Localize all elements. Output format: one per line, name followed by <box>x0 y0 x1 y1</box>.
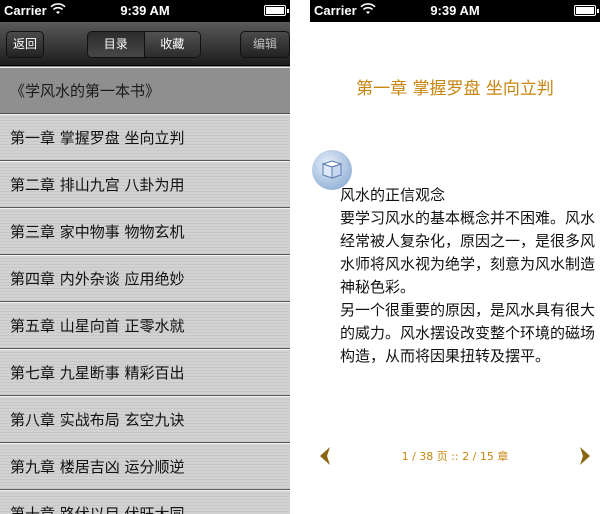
status-bar: Carrier 9:39 AM <box>0 0 290 22</box>
back-button[interactable]: 返回 <box>6 31 44 58</box>
edit-button[interactable]: 编辑 <box>240 31 290 58</box>
clock: 9:39 AM <box>120 3 170 18</box>
chapter-item[interactable]: 第九章 楼居吉凶 运分顺逆 <box>0 443 290 490</box>
chapter-item[interactable]: 第十章 路伏以目 伏旺大同 <box>0 490 290 514</box>
segmented-control: 目录 收藏 <box>87 31 201 58</box>
chapter-item[interactable]: 第八章 实战布局 玄空九诀 <box>0 396 290 443</box>
nav-bar: 返回 目录 收藏 编辑 <box>0 22 290 66</box>
paragraph: 要学习风水的基本概念并不困难。风水经常被人复杂化，原因之一，是很多风水师将风水视… <box>340 209 596 296</box>
battery-icon <box>574 5 599 16</box>
reader-screen: Carrier 9:39 AM 第一章 掌握罗盘 坐向立判 风水的正信观念 要学… <box>310 0 600 514</box>
chapter-item[interactable]: 第七章 九星断事 精彩百出 <box>0 349 290 396</box>
pager: 1 / 38 页 :: 2 / 15 章 <box>310 445 600 467</box>
body-text: 风水的正信观念 要学习风水的基本概念并不困难。风水经常被人复杂化，原因之一，是很… <box>310 184 600 368</box>
paragraph: 另一个很重要的原因，是风水具有很大的威力。风水摆设改变整个环境的磁场构造，从而将… <box>340 301 596 365</box>
chapter-title: 第一章 掌握罗盘 坐向立判 <box>356 79 554 99</box>
battery-icon <box>264 5 289 16</box>
chapter-item[interactable]: 第一章 掌握罗盘 坐向立判 <box>0 114 290 161</box>
page-indicator: 1 / 38 页 :: 2 / 15 章 <box>401 450 509 463</box>
next-page-icon[interactable] <box>576 445 594 467</box>
book-title-row: 《学风水的第一本书》 <box>0 67 290 114</box>
status-bar: Carrier 9:39 AM <box>310 0 600 22</box>
tab-favorites[interactable]: 收藏 <box>143 32 200 57</box>
chapter-item[interactable]: 第二章 排山九宫 八卦为用 <box>0 161 290 208</box>
paragraph: 风水的正信观念 <box>340 186 446 204</box>
chapter-item[interactable]: 第三章 家中物事 物物玄机 <box>0 208 290 255</box>
reader-content: 第一章 掌握罗盘 坐向立判 风水的正信观念 要学习风水的基本概念并不困难。风水经… <box>310 22 600 514</box>
chapter-list: 《学风水的第一本书》 第一章 掌握罗盘 坐向立判 第二章 排山九宫 八卦为用 第… <box>0 67 290 514</box>
tab-contents[interactable]: 目录 <box>88 32 144 57</box>
chapter-item[interactable]: 第四章 内外杂谈 应用绝妙 <box>0 255 290 302</box>
clock: 9:39 AM <box>430 3 480 18</box>
chapter-item[interactable]: 第五章 山星向首 正零水就 <box>0 302 290 349</box>
toc-screen: Carrier 9:39 AM 返回 目录 收藏 编辑 《学风水的第一本书》 第… <box>0 0 290 514</box>
